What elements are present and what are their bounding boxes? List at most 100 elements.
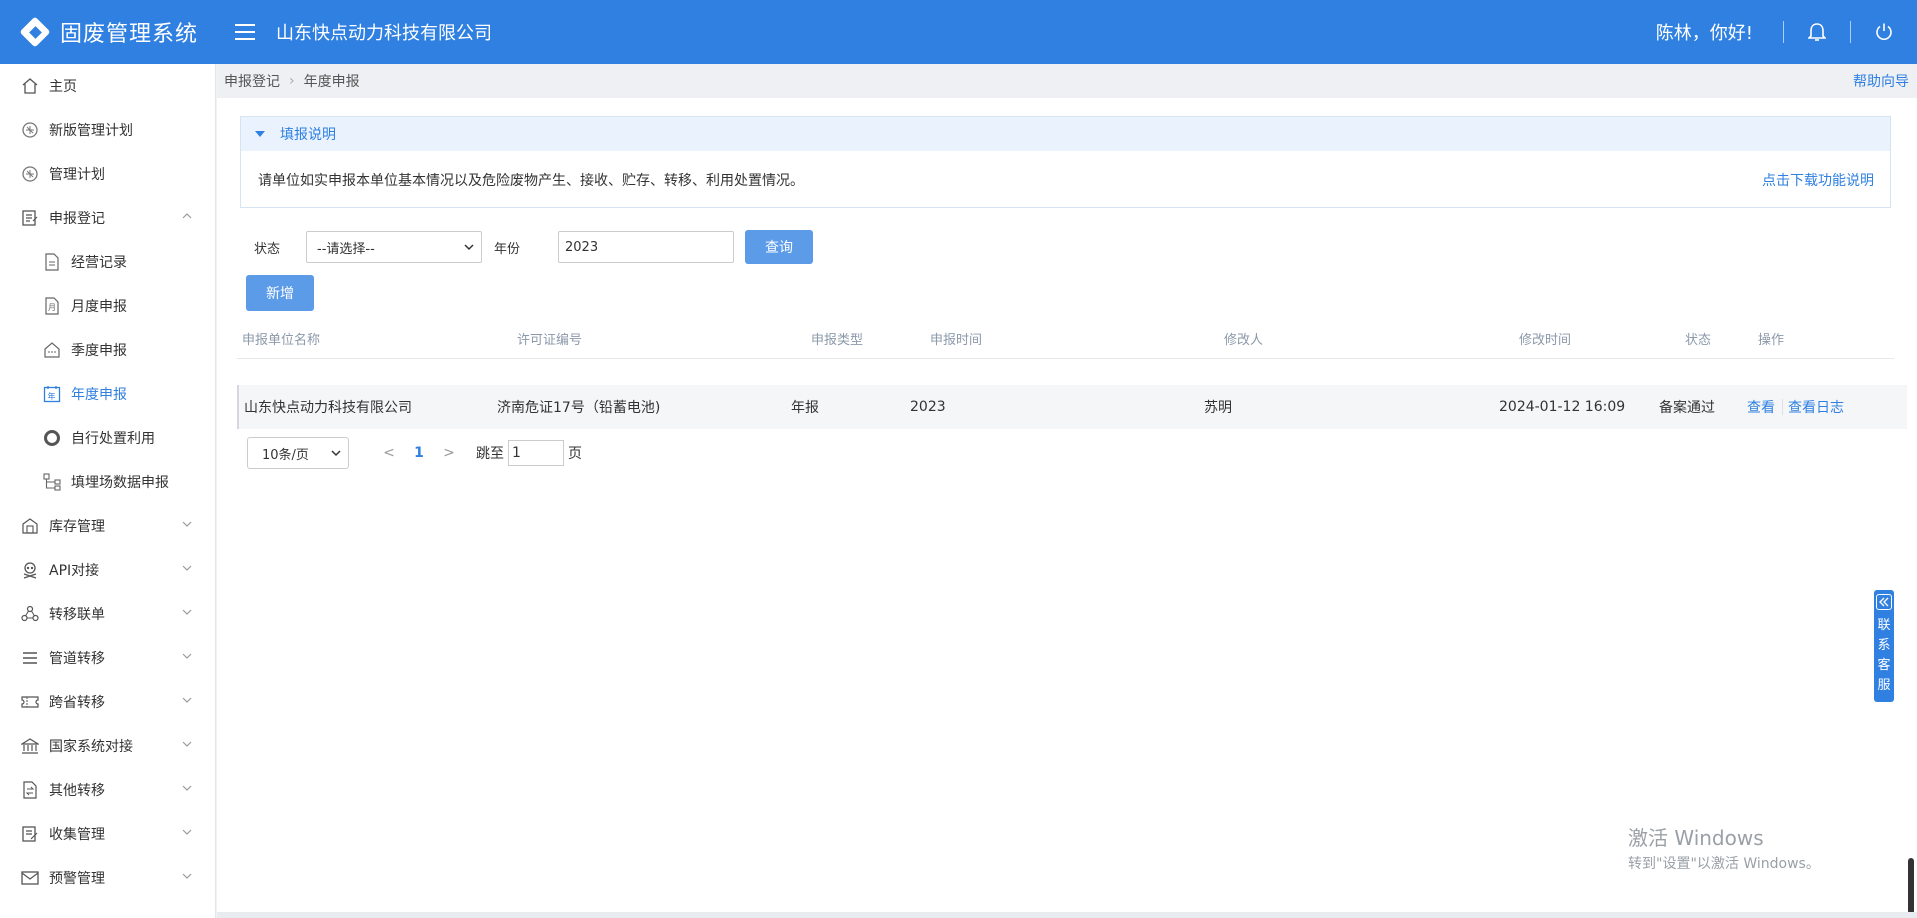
chevron-down-icon (182, 829, 192, 835)
menu-toggle-button[interactable] (218, 0, 272, 64)
column-header: 修改人 (1224, 333, 1264, 348)
caret-down-icon (255, 131, 265, 137)
status-select[interactable]: --请选择-- (306, 231, 482, 263)
sidebar-item-pipeline-transfer[interactable]: 管道转移 (0, 636, 215, 680)
windows-activation-watermark: 激活 Windows 转到"设置"以激活 Windows。 (1628, 822, 1820, 873)
sidebar-item-warning[interactable]: 预警管理 (0, 856, 215, 900)
cell-time: 2023 (910, 399, 946, 415)
mail-icon (20, 868, 40, 888)
customer-service-button[interactable]: 联系客服 (1874, 590, 1894, 702)
chevron-down-icon (182, 521, 192, 527)
sidebar-item-label: 年度申报 (71, 387, 127, 403)
sidebar-item-label: 其他转移 (49, 783, 105, 799)
sidebar-item-label: 申报登记 (49, 211, 105, 227)
watermark-line1: 激活 Windows (1628, 826, 1764, 850)
year-input-value: 2023 (565, 239, 599, 255)
status-badge: 备案通过 (1659, 400, 1715, 416)
sidebar-item-business-records[interactable]: 经营记录 (0, 240, 215, 284)
cell-license: 济南危证17号（铅蓄电池) (497, 400, 661, 416)
sidebar-item-national-system[interactable]: 国家系统对接 (0, 724, 215, 768)
chevron-down-icon (182, 565, 192, 571)
sidebar-item-label: 预警管理 (49, 871, 105, 887)
sidebar-item-label: 国家系统对接 (49, 739, 133, 755)
help-guide-link[interactable]: 帮助向导 (1853, 71, 1917, 91)
top-header: 固废管理系统 山东快点动力科技有限公司 陈林，你好! (0, 0, 1917, 64)
jump-page-input[interactable]: 1 (508, 440, 564, 466)
page-size-select[interactable]: 10条/页 (247, 437, 349, 469)
view-log-link[interactable]: 查看日志 (1788, 385, 1844, 429)
breadcrumb-current: 年度申报 (303, 74, 360, 90)
company-name: 山东快点动力科技有限公司 (276, 23, 492, 44)
prev-page-button[interactable]: < (374, 445, 404, 461)
year-input[interactable]: 2023 (558, 231, 734, 263)
bell-icon (1808, 23, 1826, 41)
edit-icon (20, 824, 40, 844)
jump-page-value: 1 (512, 445, 521, 461)
sidebar-item-landfill[interactable]: 填埋场数据申报 (0, 460, 215, 504)
table-header: 申报单位名称 许可证编号 申报类型 申报时间 修改人 修改时间 状态 操作 (237, 319, 1894, 359)
sidebar-item-inventory[interactable]: 库存管理 (0, 504, 215, 548)
sidebar-item-other-transfer[interactable]: 其他转移 (0, 768, 215, 812)
bank-icon (20, 736, 40, 756)
sidebar-item-declaration[interactable]: 申报登记 (0, 196, 215, 240)
breadcrumb: 申报登记 › 年度申报 帮助向导 (217, 64, 1917, 98)
sidebar-item-label: 主页 (49, 79, 77, 95)
chevron-down-icon (182, 609, 192, 615)
cell-modifier: 苏明 (1204, 400, 1232, 416)
sidebar-item-label: 自行处置利用 (71, 431, 155, 447)
column-header: 操作 (1758, 333, 1785, 348)
bottom-border (217, 912, 1917, 918)
app-title: 固废管理系统 (60, 22, 199, 47)
warehouse-icon (20, 516, 40, 536)
instructions-title: 填报说明 (280, 127, 336, 143)
action-divider (1782, 399, 1783, 415)
svg-text:年: 年 (48, 391, 56, 401)
sidebar-item-plan[interactable]: 管理计划 (0, 152, 215, 196)
scrollbar[interactable] (1908, 858, 1914, 914)
page-number-1[interactable]: 1 (404, 445, 434, 461)
pagination: 10条/页 < 1 > 跳至 1 页 (247, 436, 582, 470)
breadcrumb-parent[interactable]: 申报登记 (224, 71, 280, 91)
double-chevron-left-icon (1876, 594, 1892, 610)
sidebar-item-label: 填埋场数据申报 (71, 475, 169, 491)
sidebar-item-annual[interactable]: 年 年度申报 (0, 372, 215, 416)
chevron-down-icon (182, 873, 192, 879)
sidebar-item-cross-province[interactable]: 跨省转移 (0, 680, 215, 724)
user-greeting[interactable]: 陈林，你好! (1656, 19, 1783, 45)
page-suffix-label: 页 (568, 446, 582, 462)
next-page-button[interactable]: > (434, 445, 464, 461)
flow-icon (42, 472, 62, 492)
sidebar-item-home[interactable]: 主页 (0, 64, 215, 108)
logout-button[interactable] (1851, 0, 1917, 64)
sidebar-item-api[interactable]: API对接 (0, 548, 215, 592)
sidebar-item-quarterly[interactable]: 季度申报 (0, 328, 215, 372)
sidebar-item-collection[interactable]: 收集管理 (0, 812, 215, 856)
cell-type: 年报 (791, 400, 819, 416)
jump-label: 跳至 (476, 446, 504, 462)
download-instructions-link[interactable]: 点击下载功能说明 (1762, 170, 1874, 190)
filter-bar: 状态 --请选择-- 年份 2023 查询 (240, 229, 813, 265)
sidebar-item-self-disposal[interactable]: 自行处置利用 (0, 416, 215, 460)
watermark-line2: 转到"设置"以激活 Windows。 (1628, 856, 1820, 872)
sidebar-item-monthly[interactable]: 月 月度申报 (0, 284, 215, 328)
column-header: 修改时间 (1519, 333, 1572, 348)
instructions-text: 请单位如实申报本单位基本情况以及危险废物产生、接收、贮存、转移、利用处置情况。 (258, 172, 804, 189)
notification-button[interactable] (1784, 0, 1850, 64)
chevron-down-icon (182, 741, 192, 747)
sidebar-item-new-plan[interactable]: 新版管理计划 (0, 108, 215, 152)
chevron-down-icon (182, 785, 192, 791)
ring-icon (42, 428, 62, 448)
query-button[interactable]: 查询 (745, 230, 813, 264)
chevron-down-icon (182, 653, 192, 659)
column-header: 许可证编号 (517, 333, 583, 348)
app-logo[interactable]: 固废管理系统 (0, 0, 218, 64)
column-header: 状态 (1685, 333, 1712, 348)
instructions-toggle[interactable]: 填报说明 (241, 117, 1890, 151)
hamburger-icon (235, 24, 255, 40)
add-button[interactable]: 新增 (246, 275, 314, 311)
sidebar-item-label: 管道转移 (49, 651, 105, 667)
column-header: 申报时间 (930, 333, 983, 348)
sidebar-item-transfer-manifest[interactable]: 转移联单 (0, 592, 215, 636)
view-link[interactable]: 查看 (1747, 385, 1775, 429)
table-row[interactable]: 山东快点动力科技有限公司 济南危证17号（铅蓄电池) 年报 2023 苏明 20… (237, 385, 1907, 429)
